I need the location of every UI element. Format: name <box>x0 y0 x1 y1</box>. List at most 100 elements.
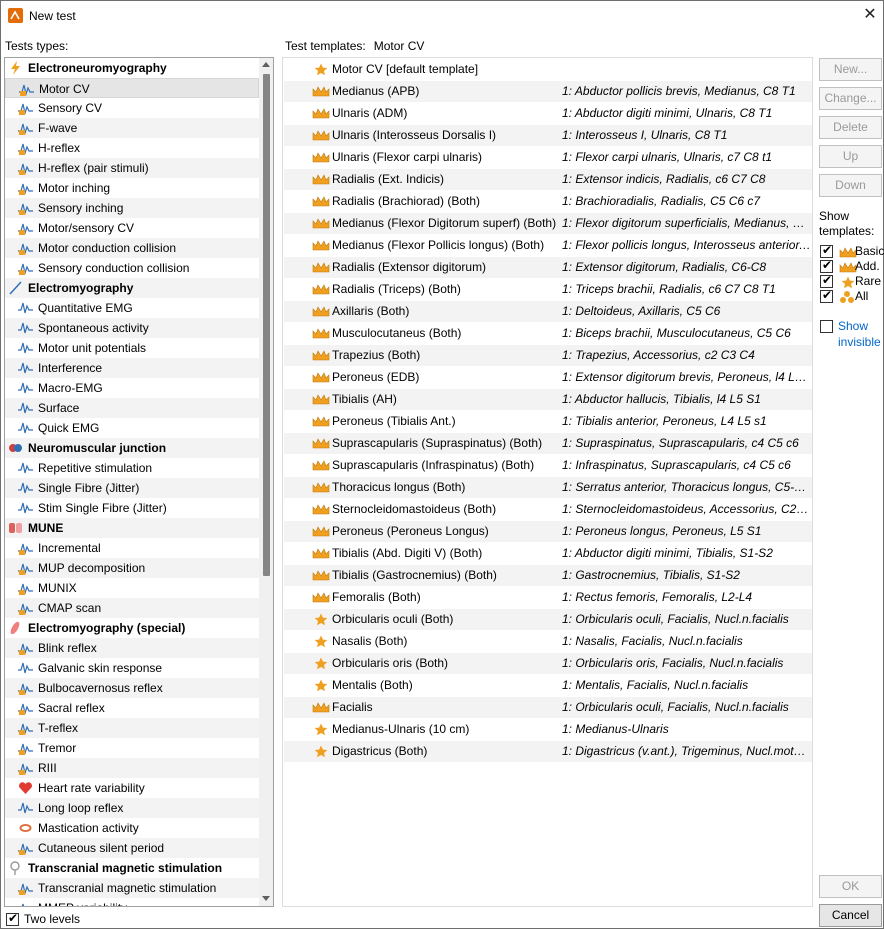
show-filter-checkbox-box[interactable]: ✔ <box>820 273 833 288</box>
test-type-item[interactable]: Motor inching <box>5 178 259 198</box>
two-levels-checkbox-box[interactable]: ✔ <box>6 911 19 926</box>
template-row[interactable]: Ulnaris (Flexor carpi ulnaris) 1: Flexor … <box>284 147 812 168</box>
test-type-item[interactable]: RIII <box>5 758 259 778</box>
template-row[interactable]: Peroneus (EDB) 1: Extensor digitorum brev… <box>284 367 812 388</box>
test-type-item[interactable]: Bulbocavernosus reflex <box>5 678 259 698</box>
show-filter-checkbox-box[interactable]: ✔ <box>820 243 833 258</box>
test-type-item[interactable]: Stim Single Fibre (Jitter) <box>5 498 259 518</box>
test-type-item[interactable]: Heart rate variability <box>5 778 259 798</box>
up-button[interactable]: Up <box>819 145 882 168</box>
test-type-item[interactable]: H-reflex <box>5 138 259 158</box>
test-templates-list[interactable]: Motor CV [default template] Medianus (APB… <box>282 57 813 907</box>
test-type-item[interactable]: Cutaneous silent period <box>5 838 259 858</box>
template-row[interactable]: Medianus (APB) 1: Abductor pollicis brevi… <box>284 81 812 102</box>
template-row[interactable]: Orbicularis oculi (Both) 1: Orbicularis o… <box>284 609 812 630</box>
test-type-item[interactable]: Interference <box>5 358 259 378</box>
test-type-item[interactable]: Sensory inching <box>5 198 259 218</box>
test-type-item[interactable]: Macro-EMG <box>5 378 259 398</box>
template-row[interactable]: Radialis (Ext. Indicis) 1: Extensor indic… <box>284 169 812 190</box>
test-type-item[interactable]: Blink reflex <box>5 638 259 658</box>
test-type-item[interactable]: Repetitive stimulation <box>5 458 259 478</box>
scroll-thumb[interactable] <box>263 74 270 576</box>
template-row[interactable]: Medianus-Ulnaris (10 cm) 1: Medianus-Ulna… <box>284 719 812 740</box>
new-button[interactable]: New... <box>819 58 882 81</box>
test-type-item[interactable]: Sacral reflex <box>5 698 259 718</box>
test-type-item[interactable]: T-reflex <box>5 718 259 738</box>
test-type-group[interactable]: Transcranial magnetic stimulation <box>5 858 259 878</box>
template-row[interactable]: Motor CV [default template] <box>284 59 812 80</box>
test-type-item[interactable]: Quantitative EMG <box>5 298 259 318</box>
template-row[interactable]: Tibialis (Gastrocnemius) (Both) 1: Gastro… <box>284 565 812 586</box>
test-type-item[interactable]: Motor conduction collision <box>5 238 259 258</box>
test-type-group[interactable]: Electromyography <box>5 278 259 298</box>
test-type-item[interactable]: Sensory conduction collision <box>5 258 259 278</box>
template-row[interactable]: Orbicularis oris (Both) 1: Orbicularis or… <box>284 653 812 674</box>
test-type-item[interactable]: Motor unit potentials <box>5 338 259 358</box>
template-row[interactable]: Axillaris (Both) 1: Deltoideus, Axillaris… <box>284 301 812 322</box>
show-filter-checkbox-box[interactable]: ✔ <box>820 258 833 273</box>
test-type-group[interactable]: Electromyography (special) <box>5 618 259 638</box>
test-types-list[interactable]: Electroneuromyography Motor CV Sensory CV F… <box>4 57 274 907</box>
test-type-item[interactable]: Spontaneous activity <box>5 318 259 338</box>
template-row[interactable]: Suprascapularis (Infraspinatus) (Both) 1:… <box>284 455 812 476</box>
template-row[interactable]: Femoralis (Both) 1: Rectus femoris, Femor… <box>284 587 812 608</box>
test-type-item[interactable]: MUNIX <box>5 578 259 598</box>
template-row[interactable]: Ulnaris (Interosseus Dorsalis I) 1: Inter… <box>284 125 812 146</box>
template-row[interactable]: Musculocutaneus (Both) 1: Biceps brachii,… <box>284 323 812 344</box>
title-bar: New test ✕ <box>1 1 883 31</box>
test-type-item[interactable]: F-wave <box>5 118 259 138</box>
template-row[interactable]: Nasalis (Both) 1: Nasalis, Facialis, Nucl… <box>284 631 812 652</box>
test-type-item[interactable]: Sensory CV <box>5 98 259 118</box>
test-type-item[interactable]: Transcranial magnetic stimulation <box>5 878 259 898</box>
scroll-down-arrow-icon[interactable] <box>262 896 270 901</box>
test-type-item[interactable]: H-reflex (pair stimuli) <box>5 158 259 178</box>
ok-button[interactable]: OK <box>819 875 882 898</box>
template-row[interactable]: Facialis 1: Orbicularis oculi, Facialis, … <box>284 697 812 718</box>
test-type-item[interactable]: MMEP variability <box>5 898 259 906</box>
template-row[interactable]: Radialis (Extensor digitorum) 1: Extensor… <box>284 257 812 278</box>
template-row[interactable]: Medianus (Flexor Digitorum superf) (Both… <box>284 213 812 234</box>
template-row[interactable]: Tibialis (AH) 1: Abductor hallucis, Tibia… <box>284 389 812 410</box>
test-type-item[interactable]: Surface <box>5 398 259 418</box>
test-type-item[interactable]: CMAP scan <box>5 598 259 618</box>
template-row[interactable]: Medianus (Flexor Pollicis longus) (Both)… <box>284 235 812 256</box>
test-type-group[interactable]: Neuromuscular junction <box>5 438 259 458</box>
show-invisible-checkbox-box[interactable] <box>820 320 833 333</box>
test-type-item[interactable]: Incremental <box>5 538 259 558</box>
close-button[interactable]: ✕ <box>859 5 881 27</box>
test-type-item[interactable]: Tremor <box>5 738 259 758</box>
test-type-item[interactable]: MUP decomposition <box>5 558 259 578</box>
crown-icon <box>312 150 330 164</box>
template-row[interactable]: Trapezius (Both) 1: Trapezius, Accessoriu… <box>284 345 812 366</box>
test-type-item[interactable]: Motor/sensory CV <box>5 218 259 238</box>
needle-icon <box>8 281 23 295</box>
template-row[interactable]: Peroneus (Tibialis Ant.) 1: Tibialis ante… <box>284 411 812 432</box>
template-row[interactable]: Radialis (Brachiorad) (Both) 1: Brachiora… <box>284 191 812 212</box>
test-type-group[interactable]: MUNE <box>5 518 259 538</box>
test-type-item[interactable]: Long loop reflex <box>5 798 259 818</box>
scroll-up-arrow-icon[interactable] <box>262 62 270 67</box>
template-row[interactable]: Radialis (Triceps) (Both) 1: Triceps brac… <box>284 279 812 300</box>
show-filter-checkbox-box[interactable]: ✔ <box>820 288 833 303</box>
template-row[interactable]: Tibialis (Abd. Digiti V) (Both) 1: Abduct… <box>284 543 812 564</box>
template-row[interactable]: Thoracicus longus (Both) 1: Serratus ante… <box>284 477 812 498</box>
test-type-group[interactable]: Electroneuromyography <box>5 58 259 78</box>
show-filter-label: Add. <box>855 259 880 273</box>
test-type-item[interactable]: Galvanic skin response <box>5 658 259 678</box>
cancel-button[interactable]: Cancel <box>819 904 882 927</box>
template-row[interactable]: Suprascapularis (Supraspinatus) (Both) 1:… <box>284 433 812 454</box>
template-description: 1: Orbicularis oris, Facialis, Nucl.n.fa… <box>562 656 784 670</box>
template-row[interactable]: Mentalis (Both) 1: Mentalis, Facialis, Nu… <box>284 675 812 696</box>
test-type-item[interactable]: Mastication activity <box>5 818 259 838</box>
down-button[interactable]: Down <box>819 174 882 197</box>
delete-button[interactable]: Delete <box>819 116 882 139</box>
template-row[interactable]: Ulnaris (ADM) 1: Abductor digiti minimi, … <box>284 103 812 124</box>
template-row[interactable]: Sternocleidomastoideus (Both) 1: Sternocl… <box>284 499 812 520</box>
test-type-item[interactable]: Motor CV <box>5 78 259 98</box>
types-scrollbar[interactable] <box>259 58 273 906</box>
test-type-item[interactable]: Quick EMG <box>5 418 259 438</box>
template-row[interactable]: Peroneus (Peroneus Longus) 1: Peroneus lo… <box>284 521 812 542</box>
change-button[interactable]: Change... <box>819 87 882 110</box>
template-row[interactable]: Digastricus (Both) 1: Digastricus (v.ant.… <box>284 741 812 762</box>
test-type-item[interactable]: Single Fibre (Jitter) <box>5 478 259 498</box>
